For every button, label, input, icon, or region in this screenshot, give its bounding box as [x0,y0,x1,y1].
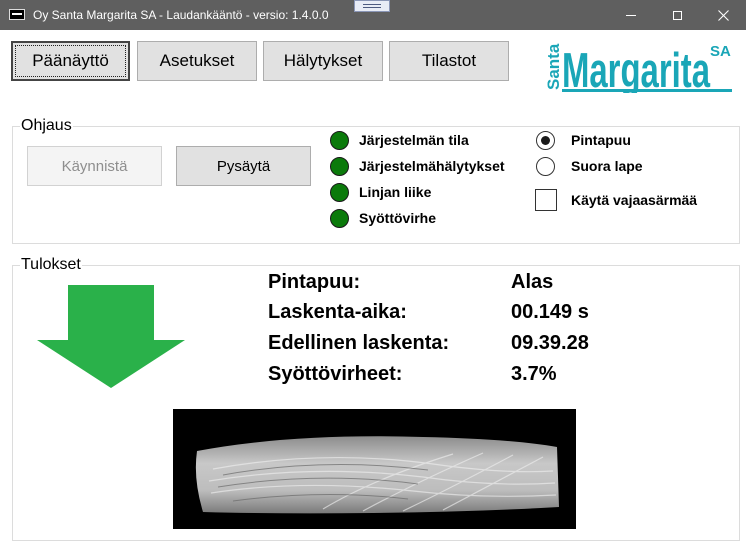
radio-pintapuu[interactable]: Pintapuu [536,129,631,151]
status-led-icon [330,156,349,176]
window-title: Oy Santa Margarita SA - Laudankääntö - v… [33,8,329,22]
company-logo: Santa Margarita SA [544,43,732,93]
tab-main[interactable]: Päänäyttö [11,41,130,81]
tab-statistics[interactable]: Tilastot [389,41,509,81]
result-value-prev-calc: 09.39.28 [511,332,589,354]
status-label: Syöttövirhe [359,210,437,226]
result-value-pintapuu: Alas [511,271,554,293]
status-label: Linjan liike [359,184,432,200]
status-system-alarms: Järjestelmähälytykset [330,155,505,177]
radio-checked-icon[interactable] [536,130,555,150]
status-feed-error: Syöttövirhe [330,207,436,229]
board-camera-image [173,409,576,529]
start-button[interactable]: Käynnistä [27,146,162,186]
maximize-icon [672,10,682,20]
tab-alarms[interactable]: Hälytykset [263,41,383,81]
status-led-icon [330,182,349,202]
app-icon [9,9,25,20]
status-line-movement: Linjan liike [330,181,431,203]
radio-label: Suora lape [571,158,643,174]
logo-text-sa: SA [710,43,731,60]
stop-button[interactable]: Pysäytä [176,146,311,186]
logo-text-santa: Santa [544,43,563,90]
radio-label: Pintapuu [571,132,631,148]
title-bar[interactable]: Oy Santa Margarita SA - Laudankääntö - v… [0,0,746,30]
status-led-icon [330,130,349,150]
arrow-down-icon [37,285,185,388]
minimize-button[interactable] [608,0,654,30]
board-image-icon [195,436,559,514]
close-icon [717,9,729,21]
checkbox-icon[interactable] [535,189,557,211]
radio-suora-lape[interactable]: Suora lape [536,155,643,177]
status-system: Järjestelmän tila [330,129,469,151]
radio-unchecked-icon[interactable] [536,156,555,176]
maximize-button[interactable] [654,0,700,30]
close-button[interactable] [700,0,746,30]
control-group-title: Ohjaus [20,117,73,135]
tab-settings[interactable]: Asetukset [137,41,257,81]
status-label: Järjestelmähälytykset [359,158,505,174]
logo-text-margarita: Margarita [562,44,710,93]
result-label-calc-time: Laskenta-aika: [268,301,407,323]
status-label: Järjestelmän tila [359,132,469,148]
drag-handle-icon[interactable] [354,0,390,12]
result-label-pintapuu: Pintapuu: [268,271,361,293]
result-value-feed-errors: 3.7% [511,363,557,385]
status-led-icon [330,208,349,228]
result-value-calc-time: 00.149 s [511,301,589,323]
checkbox-vajaasarma[interactable]: Käytä vajaasärmää [535,188,697,212]
result-label-prev-calc: Edellinen laskenta: [268,332,450,354]
minimize-icon [626,14,636,16]
logo-underline [562,89,732,92]
result-label-feed-errors: Syöttövirheet: [268,363,403,385]
results-group-title: Tulokset [20,256,82,274]
checkbox-label: Käytä vajaasärmää [571,192,698,208]
